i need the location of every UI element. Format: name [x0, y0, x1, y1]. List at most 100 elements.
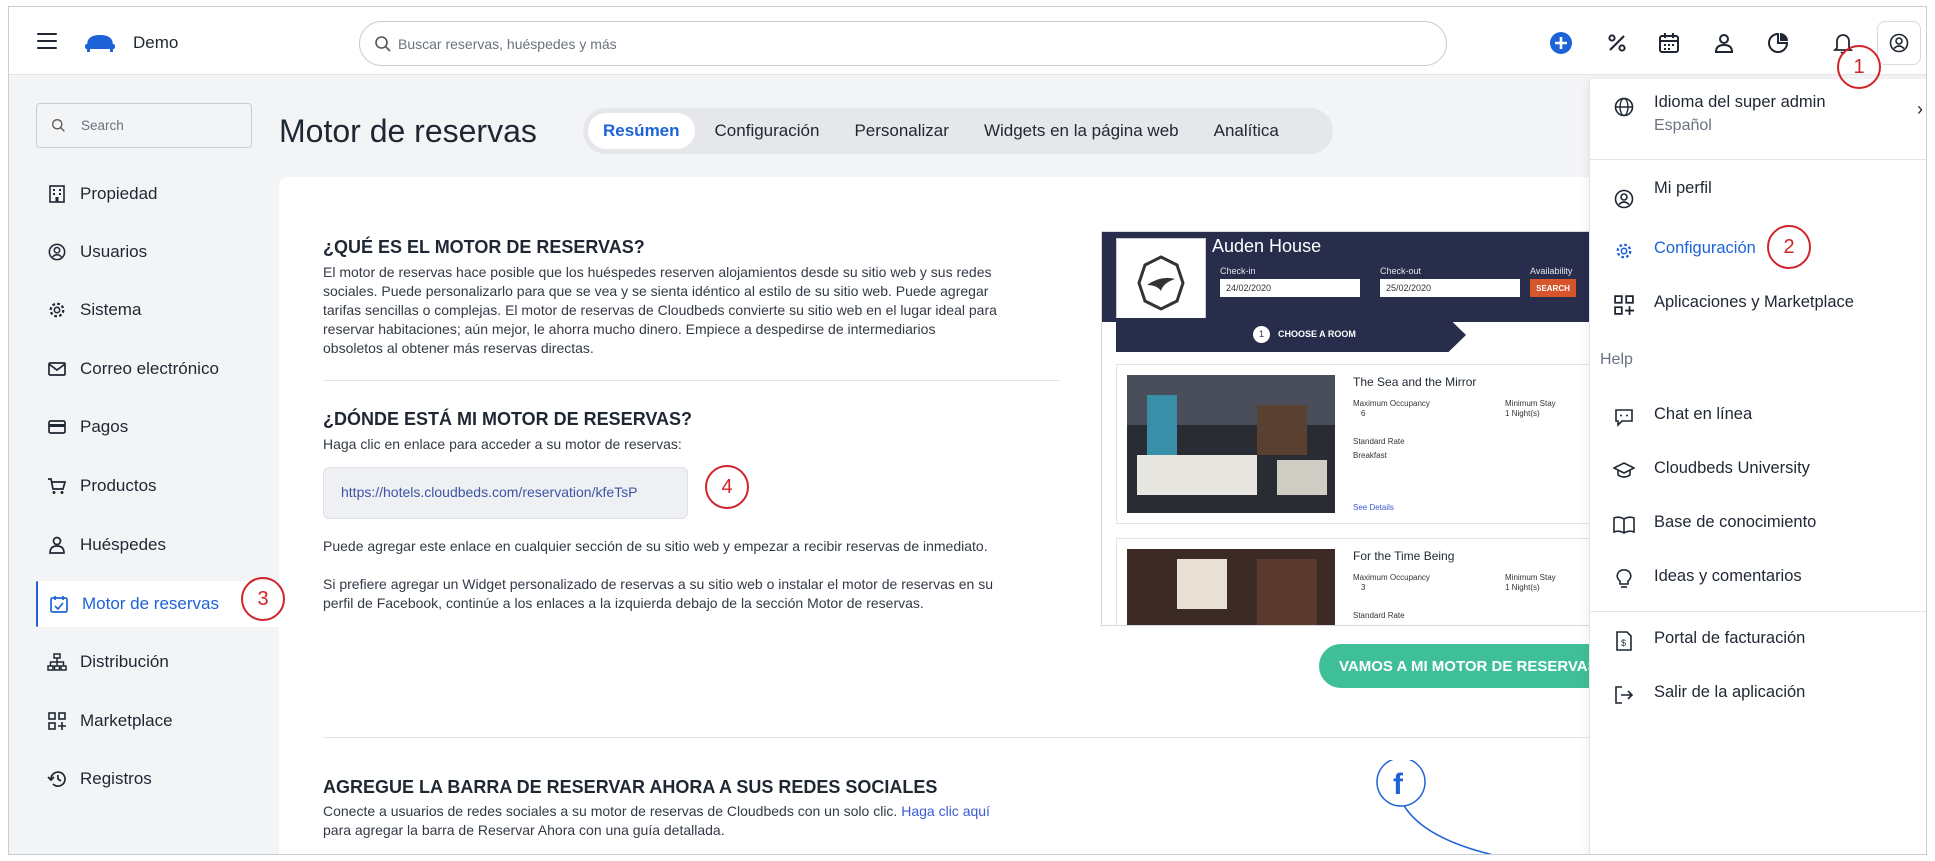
social-body-text: Conecte a usuarios de redes sociales a s… — [323, 803, 898, 819]
booking-url-link[interactable]: https://hotels.cloudbeds.com/reservation… — [341, 484, 637, 500]
hotel-logo-icon — [1116, 238, 1206, 328]
menu-item-university[interactable]: Cloudbeds University — [1590, 459, 1926, 495]
menu-item-ideas[interactable]: Ideas y comentarios — [1590, 567, 1926, 603]
svg-text:$: $ — [1621, 638, 1626, 648]
overview-card: ¿QUÉ ES EL MOTOR DE RESERVAS? El motor d… — [279, 177, 1621, 854]
sidebar-item-pagos[interactable]: Pagos — [36, 404, 280, 450]
app-window: Demo Buscar reservas, huéspedes y más Se… — [8, 6, 1927, 855]
user-circle-icon — [46, 241, 68, 263]
preview-availability-label: Availability — [1530, 266, 1573, 276]
sidebar-item-correo[interactable]: Correo electrónico — [36, 346, 280, 392]
sitemap-icon — [46, 651, 68, 673]
sidebar-item-productos[interactable]: Productos — [36, 463, 280, 509]
top-bar: Demo Buscar reservas, huéspedes y más — [9, 7, 1926, 75]
facebook-illustration: f — [1376, 760, 1493, 854]
menu-item-chat[interactable]: Chat en línea — [1590, 405, 1926, 441]
sidebar-search-input[interactable]: Search — [36, 103, 252, 148]
sidebar-item-sistema[interactable]: Sistema — [36, 287, 280, 333]
tab-widgets[interactable]: Widgets en la página web — [969, 113, 1194, 149]
menu-item-label: Chat en línea — [1654, 405, 1753, 423]
brand-name[interactable]: Demo — [133, 33, 178, 53]
sidebar-item-label: Sistema — [80, 300, 142, 319]
sidebar-item-marketplace[interactable]: Marketplace — [36, 698, 280, 744]
room-rate-breakfast: Breakfast — [1353, 451, 1387, 460]
preview-checkout-field: 25/02/2020 — [1380, 279, 1520, 297]
menu-item-profile[interactable]: Mi perfil — [1590, 179, 1926, 215]
calendar-icon[interactable] — [1657, 31, 1681, 55]
sidebar-item-label: Propiedad — [80, 184, 158, 203]
history-icon — [46, 768, 68, 790]
page-title: Motor de reservas — [279, 113, 537, 149]
graduation-cap-icon — [1612, 459, 1636, 483]
booking-url-box[interactable]: https://hotels.cloudbeds.com/reservation… — [323, 467, 688, 519]
tab-resumen[interactable]: Resúmen — [588, 113, 695, 149]
cart-icon — [46, 475, 68, 497]
section-body-line: Si prefiere agregar un Widget personaliz… — [323, 576, 994, 592]
go-to-booking-engine-button[interactable]: VAMOS A MI MOTOR DE RESERVAS — [1319, 644, 1619, 688]
menu-item-label: Configuración — [1654, 239, 1756, 257]
logout-icon — [1612, 683, 1636, 707]
percent-icon[interactable] — [1605, 31, 1629, 55]
sidebar-item-label: Correo electrónico — [80, 359, 219, 378]
language-value: Español — [1654, 117, 1712, 134]
sidebar-item-distribucion[interactable]: Distribución — [36, 639, 280, 685]
gear-icon — [46, 299, 68, 321]
user-icon[interactable] — [1712, 31, 1736, 55]
lightbulb-icon — [1612, 567, 1636, 591]
sidebar-item-label: Marketplace — [80, 711, 173, 730]
callout-2: 2 — [1767, 225, 1811, 269]
room-photo — [1127, 549, 1335, 625]
room-title: The Sea and the Mirror — [1353, 375, 1477, 389]
section-title-where: ¿DÓNDE ESTÁ MI MOTOR DE RESERVAS? — [323, 409, 693, 429]
room-stay-label: Minimum Stay — [1505, 573, 1556, 582]
room-rate-standard: Standard Rate — [1353, 611, 1405, 620]
room-stay-label: Minimum Stay — [1505, 399, 1556, 408]
divider — [1590, 159, 1926, 160]
room-occ-value: 6 — [1361, 409, 1366, 418]
room-see-details-link: See Details — [1353, 503, 1394, 512]
sidebar-item-label: Distribución — [80, 652, 169, 671]
section-body-line: sociales. Puede personalizarlo para que … — [323, 283, 989, 299]
sidebar-item-label: Motor de reservas — [82, 594, 219, 613]
menu-item-label: Mi perfil — [1654, 179, 1712, 197]
menu-icon[interactable] — [37, 33, 57, 49]
sidebar-item-propiedad[interactable]: Propiedad — [36, 171, 280, 217]
sidebar-item-usuarios[interactable]: Usuarios — [36, 229, 280, 275]
preview-search-button: SEARCH — [1530, 279, 1576, 297]
tab-analitica[interactable]: Analítica — [1199, 113, 1294, 149]
tab-configuracion[interactable]: Configuración — [700, 113, 835, 149]
tab-personalizar[interactable]: Personalizar — [839, 113, 964, 149]
sidebar-item-label: Huéspedes — [80, 535, 167, 554]
section-body-line: Conecte a usuarios de redes sociales a s… — [323, 802, 990, 821]
menu-item-label: Portal de facturación — [1654, 629, 1806, 647]
svg-text:f: f — [1393, 768, 1404, 801]
account-menu-button[interactable] — [1877, 21, 1921, 65]
divider — [323, 380, 1059, 381]
sidebar-item-registros[interactable]: Registros — [36, 756, 280, 802]
menu-item-language[interactable]: Idioma del super admin Español › — [1590, 85, 1926, 145]
sidebar-item-label: Registros — [80, 769, 152, 788]
menu-item-label: Cloudbeds University — [1654, 459, 1810, 477]
menu-item-logout[interactable]: Salir de la aplicación — [1590, 683, 1926, 719]
search-icon — [52, 119, 65, 132]
menu-item-billing[interactable]: $ Portal de facturación — [1590, 629, 1926, 665]
section-title-what: ¿QUÉ ES EL MOTOR DE RESERVAS? — [323, 237, 645, 257]
menu-item-configuracion[interactable]: Configuración — [1590, 239, 1926, 275]
section-body-line: perfil de Facebook, continúe a los enlac… — [323, 595, 924, 611]
section-body-line: tarifas sencillas o complejas. El motor … — [323, 302, 997, 318]
section-body-line: reservar habitaciones; aún mejor, le aho… — [323, 321, 936, 337]
global-search-input[interactable]: Buscar reservas, huéspedes y más — [359, 21, 1447, 66]
click-here-link[interactable]: Haga clic aquí — [901, 803, 990, 819]
sidebar-item-huespedes[interactable]: Huéspedes — [36, 522, 280, 568]
plus-circle-icon[interactable] — [1549, 31, 1573, 55]
section-body-line: El motor de reservas hace posible que lo… — [323, 264, 992, 280]
menu-item-knowledge-base[interactable]: Base de conocimiento — [1590, 513, 1926, 549]
preview-room-card: For the Time Being Maximum Occupancy 3 M… — [1116, 538, 1620, 625]
booking-engine-preview-image: Auden House Check-in Check-out Availabil… — [1101, 231, 1621, 626]
menu-item-apps[interactable]: Aplicaciones y Marketplace — [1590, 293, 1926, 329]
sidebar-item-label: Pagos — [80, 417, 129, 436]
divider — [1590, 611, 1926, 612]
room-stay-value: 1 Night(s) — [1505, 583, 1540, 592]
room-rate-standard: Standard Rate — [1353, 437, 1405, 446]
chart-pie-icon[interactable] — [1766, 31, 1790, 55]
